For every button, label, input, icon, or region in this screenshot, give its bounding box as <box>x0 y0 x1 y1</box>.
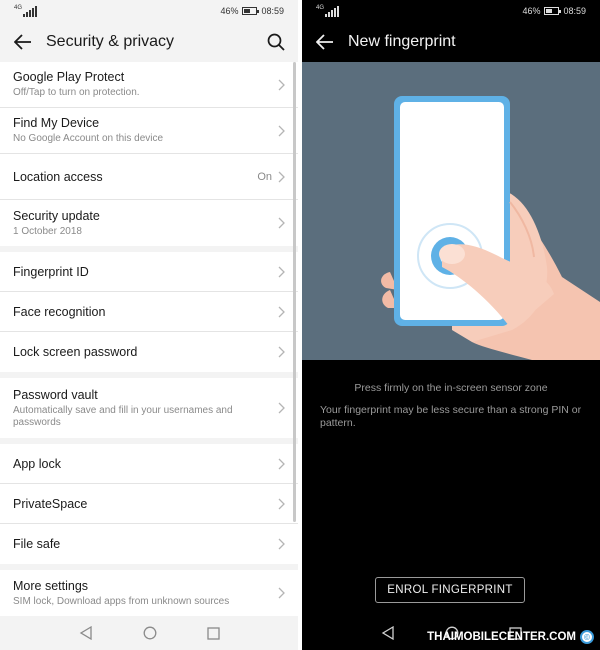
chevron-right-icon <box>278 402 285 414</box>
new-fingerprint-screen: 4G 46% 08:59 New fingerprint Press firml… <box>302 0 600 650</box>
battery-icon <box>242 7 260 15</box>
chevron-right-icon <box>278 538 285 550</box>
settings-list: Google Play Protect Off/Tap to turn on p… <box>0 62 298 616</box>
security-privacy-screen: 4G 46% 08:59 Security & privacy Google P… <box>0 0 298 650</box>
signal-icon <box>325 5 340 17</box>
chevron-right-icon <box>278 458 285 469</box>
list-item-privatespace[interactable]: PrivateSpace <box>0 484 298 524</box>
battery-icon <box>544 7 562 15</box>
list-item-app-lock[interactable]: App lock <box>0 444 298 484</box>
item-subtitle: SIM lock, Download apps from unknown sou… <box>13 595 230 607</box>
item-subtitle: Off/Tap to turn on protection. <box>13 87 140 98</box>
battery-percent: 46% <box>220 6 239 16</box>
item-subtitle: No Google Account on this device <box>13 133 164 144</box>
nav-back-icon[interactable] <box>79 626 93 640</box>
settings-group: More settings SIM lock, Download apps fr… <box>0 570 298 616</box>
fingerprint-illustration <box>302 62 600 360</box>
item-subtitle: Automatically save and fill in your user… <box>13 404 233 428</box>
list-item-lock-screen-password[interactable]: Lock screen password <box>0 332 298 372</box>
search-button[interactable] <box>254 22 298 62</box>
list-item-fingerprint-id[interactable]: Fingerprint ID <box>0 252 298 292</box>
item-title: More settings <box>13 578 89 593</box>
signal-icon <box>23 5 38 17</box>
settings-group: Google Play Protect Off/Tap to turn on p… <box>0 62 298 246</box>
settings-group: App lock PrivateSpace File safe <box>0 444 298 564</box>
chevron-right-icon <box>278 306 285 317</box>
back-button[interactable] <box>0 22 46 62</box>
list-item-security-update[interactable]: Security update 1 October 2018 <box>0 200 298 246</box>
network-type: 4G <box>316 5 325 11</box>
network-type: 4G <box>14 5 23 11</box>
navigation-bar <box>0 616 298 650</box>
clock: 08:59 <box>563 6 586 16</box>
watermark-text: THAIMOBILECENTER.COM <box>427 631 576 643</box>
list-item-more-settings[interactable]: More settings SIM lock, Download apps fr… <box>0 570 298 616</box>
status-bar: 4G 46% 08:59 <box>0 0 298 22</box>
list-item-file-safe[interactable]: File safe <box>0 524 298 564</box>
chevron-right-icon <box>278 587 285 599</box>
list-item-location-access[interactable]: Location access On <box>0 154 298 200</box>
chevron-right-icon <box>278 125 285 136</box>
status-bar: 4G 46% 08:59 <box>302 0 600 22</box>
item-value: On <box>257 170 272 183</box>
search-icon <box>267 33 285 51</box>
item-title: Security update <box>13 208 100 223</box>
back-arrow-icon <box>316 34 333 50</box>
chevron-right-icon <box>278 346 285 358</box>
list-item-google-play-protect[interactable]: Google Play Protect Off/Tap to turn on p… <box>0 62 298 108</box>
chevron-right-icon <box>278 266 285 277</box>
item-title: App lock <box>13 456 61 471</box>
item-title: Face recognition <box>13 304 106 319</box>
hand-holding-phone-illustration <box>381 96 600 360</box>
watermark: THAIMOBILECENTER.COM © <box>427 630 594 644</box>
clock: 08:59 <box>261 6 284 16</box>
chevron-right-icon <box>278 171 285 182</box>
item-title: Google Play Protect <box>13 70 125 84</box>
nav-back-icon[interactable] <box>381 626 395 640</box>
item-title: Location access <box>13 169 103 184</box>
chevron-right-icon <box>278 217 285 229</box>
item-title: Find My Device <box>13 116 100 130</box>
copyright-icon: © <box>580 630 594 644</box>
item-title: Password vault <box>13 387 98 402</box>
chevron-right-icon <box>278 498 285 509</box>
back-arrow-icon <box>14 34 31 50</box>
list-item-face-recognition[interactable]: Face recognition <box>0 292 298 332</box>
item-title: Lock screen password <box>13 345 138 359</box>
battery-percent: 46% <box>522 6 541 16</box>
item-title: File safe <box>13 537 61 551</box>
nav-recents-icon[interactable] <box>206 626 220 640</box>
item-title: PrivateSpace <box>13 496 88 511</box>
list-item-find-my-device[interactable]: Find My Device No Google Account on this… <box>0 108 298 154</box>
settings-group: Password vault Automatically save and fi… <box>0 378 298 438</box>
settings-group: Fingerprint ID Face recognition Lock scr… <box>0 252 298 372</box>
list-item-password-vault[interactable]: Password vault Automatically save and fi… <box>0 378 298 438</box>
sensor-hint: Press firmly on the in-screen sensor zon… <box>354 382 548 394</box>
back-button[interactable] <box>302 22 348 62</box>
app-bar: Security & privacy <box>0 22 298 62</box>
page-title: Security & privacy <box>46 33 175 50</box>
item-subtitle: 1 October 2018 <box>13 225 82 237</box>
nav-home-icon[interactable] <box>143 626 157 640</box>
security-warning: Your fingerprint may be less secure than… <box>320 404 582 429</box>
enrol-fingerprint-button[interactable]: ENROL FINGERPRINT <box>375 577 525 603</box>
scrollbar[interactable] <box>293 62 296 522</box>
chevron-right-icon <box>278 79 285 90</box>
app-bar: New fingerprint <box>302 22 600 62</box>
item-title: Fingerprint ID <box>13 264 89 279</box>
page-title: New fingerprint <box>348 33 456 50</box>
